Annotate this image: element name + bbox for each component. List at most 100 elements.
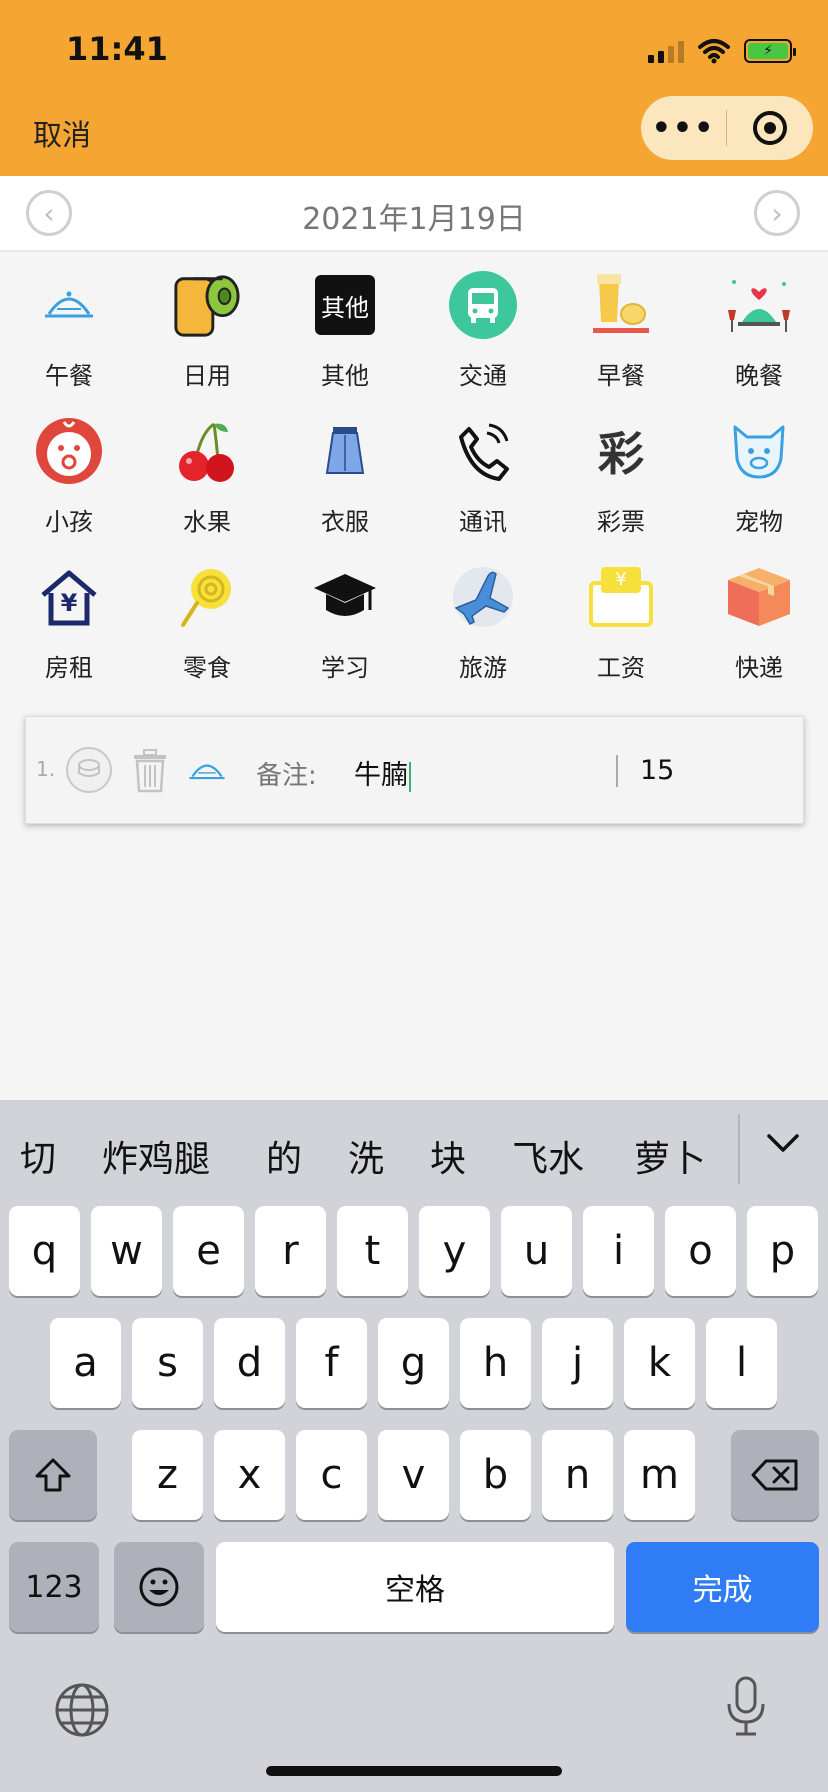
category-lottery[interactable]: 彩 彩票	[552, 416, 690, 546]
key-n[interactable]: n	[542, 1430, 613, 1520]
key-o[interactable]: o	[665, 1206, 736, 1296]
switch-keyboard-button[interactable]	[54, 1682, 110, 1742]
expand-candidates-button[interactable]	[766, 1132, 800, 1158]
candidate-word[interactable]: 炸鸡腿	[102, 1130, 210, 1182]
category-kids[interactable]: 小孩	[0, 416, 138, 546]
key-s[interactable]: s	[132, 1318, 203, 1408]
key-f[interactable]: f	[296, 1318, 367, 1408]
category-rent[interactable]: ¥ 房租	[0, 562, 138, 692]
category-label: 日用	[183, 362, 231, 390]
key-v[interactable]: v	[378, 1430, 449, 1520]
key-h[interactable]: h	[460, 1318, 531, 1408]
candidate-word[interactable]: 切	[20, 1130, 56, 1182]
entry-index: 1.	[36, 757, 56, 781]
candidate-bar: 切 炸鸡腿 的 洗 块 飞水 萝卜	[0, 1100, 828, 1200]
emoji-icon	[139, 1567, 179, 1607]
pet-icon	[724, 416, 794, 486]
key-e[interactable]: e	[173, 1206, 244, 1296]
candidate-word[interactable]: 洗	[348, 1130, 384, 1182]
cellular-signal-icon	[648, 39, 684, 63]
category-other[interactable]: 其他 其他	[276, 270, 414, 400]
category-label: 宠物	[735, 508, 783, 536]
package-icon	[724, 562, 794, 632]
category-telecom[interactable]: 通讯	[414, 416, 552, 546]
shift-key[interactable]	[9, 1430, 97, 1520]
key-r[interactable]: r	[255, 1206, 326, 1296]
cloche-icon	[188, 757, 226, 787]
category-daily[interactable]: 日用	[138, 270, 276, 400]
cherry-icon	[172, 416, 242, 486]
category-fruit[interactable]: 水果	[138, 416, 276, 546]
key-z[interactable]: z	[132, 1430, 203, 1520]
category-dinner[interactable]: 晚餐	[690, 270, 828, 400]
category-lunch[interactable]: 午餐	[0, 270, 138, 400]
status-icons: ⚡	[648, 36, 796, 66]
key-k[interactable]: k	[624, 1318, 695, 1408]
key-c[interactable]: c	[296, 1430, 367, 1520]
category-pets[interactable]: 宠物	[690, 416, 828, 546]
note-value: 牛腩	[354, 760, 408, 791]
key-y[interactable]: y	[419, 1206, 490, 1296]
wifi-icon	[698, 39, 730, 64]
emoji-key[interactable]	[114, 1542, 204, 1632]
phone-icon	[448, 416, 518, 486]
key-m[interactable]: m	[624, 1430, 695, 1520]
cloche-icon	[34, 270, 104, 340]
category-salary[interactable]: ¥ 工资	[552, 562, 690, 692]
key-j[interactable]: j	[542, 1318, 613, 1408]
microphone-icon	[727, 1676, 765, 1736]
key-d[interactable]: d	[214, 1318, 285, 1408]
expense-entry-row: 1. 备注: 牛腩 15	[25, 716, 804, 824]
key-b[interactable]: b	[460, 1430, 531, 1520]
category-label: 早餐	[597, 362, 645, 390]
candidate-word[interactable]: 块	[430, 1130, 466, 1182]
key-x[interactable]: x	[214, 1430, 285, 1520]
bus-icon	[448, 270, 518, 340]
home-indicator[interactable]	[266, 1766, 562, 1776]
key-u[interactable]: u	[501, 1206, 572, 1296]
key-l[interactable]: l	[706, 1318, 777, 1408]
amount-input[interactable]: 15	[640, 755, 674, 786]
numbers-key[interactable]: 123	[9, 1542, 99, 1632]
battery-icon: ⚡	[744, 39, 796, 63]
candidate-word[interactable]: 飞水	[512, 1130, 584, 1182]
dictation-button[interactable]	[726, 1676, 766, 1742]
note-input[interactable]: 牛腩	[354, 753, 411, 792]
other-icon: 其他	[310, 270, 380, 340]
key-w[interactable]: w	[91, 1206, 162, 1296]
category-study[interactable]: 学习	[276, 562, 414, 692]
next-date-button[interactable]: ›	[754, 190, 800, 236]
space-key[interactable]: 空格	[216, 1542, 614, 1632]
airplane-icon	[448, 562, 518, 632]
coins-icon[interactable]	[66, 747, 112, 793]
cancel-button[interactable]: 取消	[33, 112, 91, 154]
category-clothes[interactable]: 衣服	[276, 416, 414, 546]
candidate-word[interactable]: 萝卜	[634, 1130, 706, 1182]
more-button[interactable]: •••	[641, 111, 726, 146]
delete-button[interactable]	[130, 749, 170, 797]
category-label: 水果	[183, 508, 231, 536]
key-i[interactable]: i	[583, 1206, 654, 1296]
close-miniprogram-button[interactable]	[727, 111, 812, 145]
category-breakfast[interactable]: 早餐	[552, 270, 690, 400]
category-label: 工资	[597, 654, 645, 682]
done-key[interactable]: 完成	[626, 1542, 819, 1632]
category-snacks[interactable]: 零食	[138, 562, 276, 692]
key-p[interactable]: p	[747, 1206, 818, 1296]
key-a[interactable]: a	[50, 1318, 121, 1408]
chevron-right-icon: ›	[771, 196, 783, 230]
category-label: 房租	[45, 654, 93, 682]
dinner-icon	[724, 270, 794, 340]
category-label: 交通	[459, 362, 507, 390]
target-icon	[752, 111, 787, 145]
key-t[interactable]: t	[337, 1206, 408, 1296]
key-g[interactable]: g	[378, 1318, 449, 1408]
backspace-key[interactable]	[731, 1430, 819, 1520]
category-transport[interactable]: 交通	[414, 270, 552, 400]
category-travel[interactable]: 旅游	[414, 562, 552, 692]
candidate-divider	[738, 1114, 740, 1184]
candidate-word[interactable]: 的	[266, 1130, 302, 1182]
graduation-cap-icon	[310, 562, 380, 632]
key-q[interactable]: q	[9, 1206, 80, 1296]
category-express[interactable]: 快递	[690, 562, 828, 692]
